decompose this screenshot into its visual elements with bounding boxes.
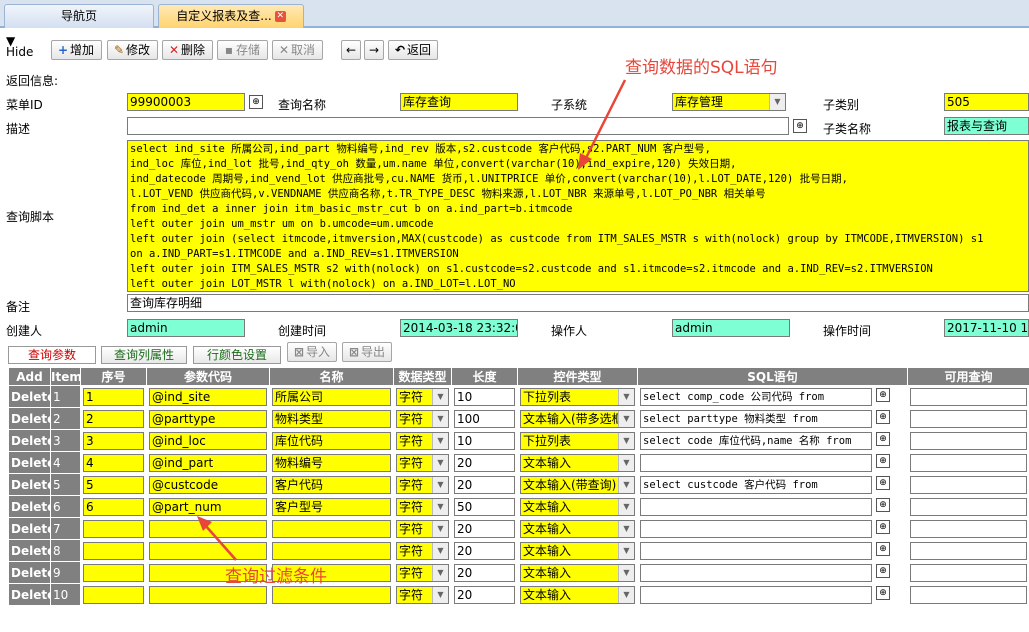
- annotation-arrows: [197, 79, 627, 561]
- filter-annotation: 查询过滤条件: [225, 567, 327, 587]
